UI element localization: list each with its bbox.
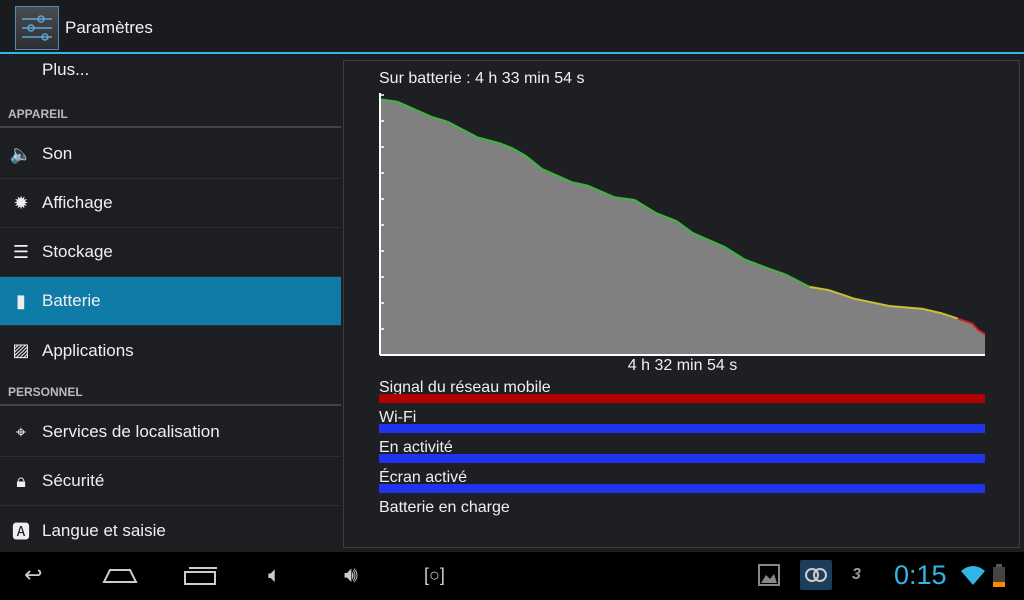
sidebar-item-localisation[interactable]: ⌖ Services de localisation (0, 408, 341, 457)
duration-label: 4 h 32 min 54 s (627, 357, 738, 374)
battery-low-icon (993, 564, 1005, 594)
sidebar-item-label: Batterie (42, 291, 101, 310)
sidebar-item-label: Langue et saisie (42, 520, 166, 540)
settings-sliders-icon[interactable] (15, 6, 59, 50)
screenshot-icon[interactable]: [○] (424, 565, 445, 586)
brightness-icon: ✹ (13, 192, 29, 213)
3d-app-icon[interactable]: 3 (852, 566, 861, 584)
location-icon: ⌖ (15, 421, 27, 442)
battery-history-panel: Sur batterie : 4 h 33 min 54 s 4 h 32 mi… (343, 60, 1020, 548)
battery-area (380, 99, 985, 355)
gallery-icon[interactable] (758, 564, 780, 592)
clock: 0:15 (894, 560, 947, 590)
lock-icon: 🔒︎ (16, 470, 26, 491)
bar-mobile-signal (379, 394, 985, 403)
sidebar-item-plus[interactable]: Plus... (0, 56, 341, 84)
battery-icon: ▮ (16, 290, 26, 311)
sidebar-item-label: Services de localisation (42, 422, 220, 441)
section-header-personnel: PERSONNEL (0, 378, 341, 406)
navigation-bar: ↩ 🔈︎ 🔊︎ [○] 3 (0, 552, 1024, 600)
home-icon[interactable] (102, 564, 138, 592)
sidebar-item-label: Plus... (42, 60, 90, 79)
applications-icon: ▨ (12, 340, 30, 360)
bar-awake (379, 454, 985, 463)
app-title: Paramètres (65, 18, 153, 37)
sidebar-item-affichage[interactable]: ✹ Affichage (0, 179, 341, 228)
storage-icon: ☰ (12, 241, 30, 262)
sidebar-item-langue[interactable]: 🅰︎ Langue et saisie (0, 506, 341, 555)
bar-screen-on (379, 484, 985, 493)
sidebar-item-label: Applications (42, 340, 134, 360)
section-header-appareil: APPAREIL (0, 100, 341, 128)
sidebar-item-label: Affichage (42, 193, 113, 212)
settings-sidebar: Plus... APPAREIL 🔈 Son ✹ Affichage ☰ Stocka… (0, 56, 341, 552)
recent-apps-icon[interactable] (183, 564, 219, 592)
sidebar-item-applications[interactable]: ▨ Applications (0, 326, 341, 375)
bar-wifi (379, 424, 985, 433)
language-icon: 🅰︎ (12, 521, 30, 542)
back-icon[interactable]: ↩ (24, 562, 42, 588)
action-bar: Paramètres (0, 0, 1024, 54)
sidebar-item-label: Stockage (42, 242, 113, 261)
sidebar-item-label: Sécurité (42, 471, 105, 490)
sidebar-item-stockage[interactable]: ☰ Stockage (0, 228, 341, 277)
row-label-charging: Batterie en charge (379, 499, 510, 516)
sidebar-item-label: Son (42, 144, 73, 163)
volume-up-icon[interactable]: 🔊︎ (344, 562, 358, 588)
media-app-icon[interactable] (800, 560, 832, 596)
wifi-icon (960, 564, 986, 592)
volume-down-icon[interactable]: 🔈︎ (268, 562, 281, 588)
sidebar-item-securite[interactable]: 🔒︎ Sécurité (0, 457, 341, 506)
sidebar-item-son[interactable]: 🔈 Son (0, 130, 341, 179)
sidebar-item-batterie[interactable]: ▮ Batterie (0, 277, 341, 326)
on-battery-label: Sur batterie : 4 h 33 min 54 s (379, 70, 585, 87)
battery-chart (379, 93, 986, 356)
speaker-icon: 🔈 (9, 143, 33, 164)
